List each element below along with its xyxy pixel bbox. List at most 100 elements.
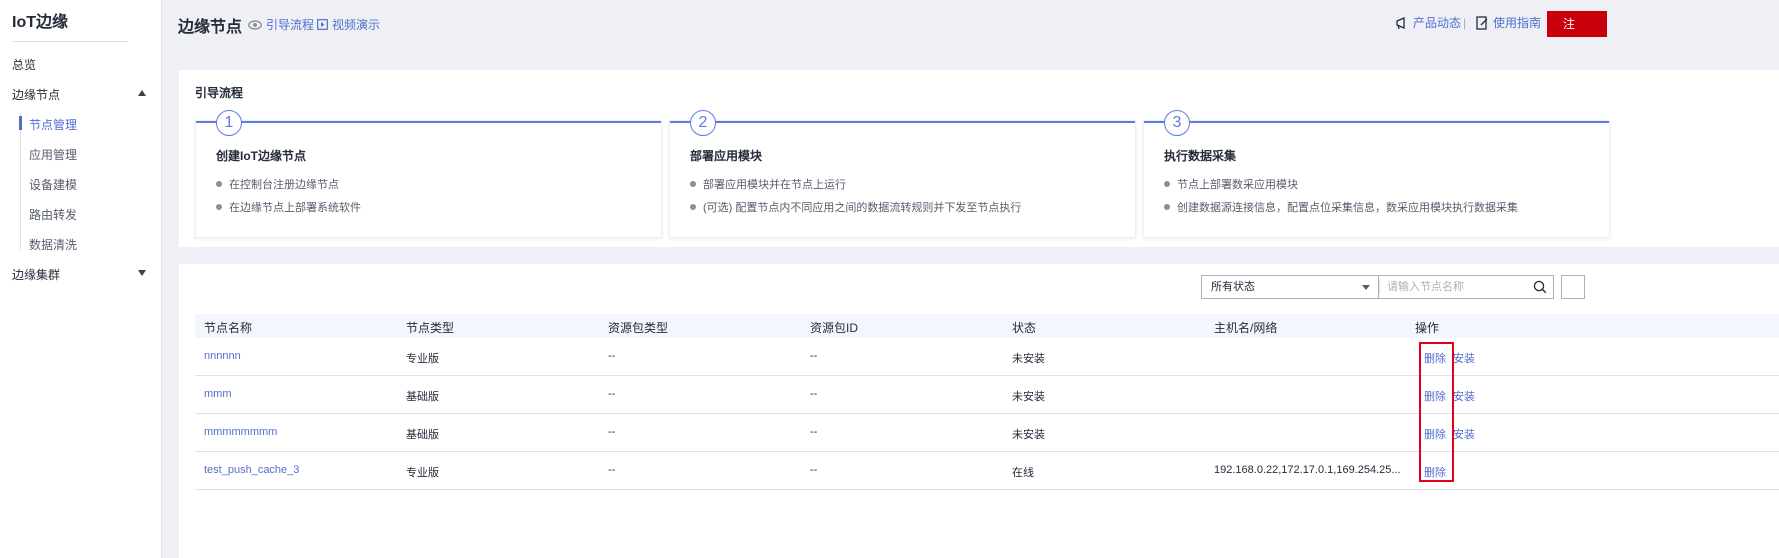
install-button[interactable]: 安装 <box>1453 350 1475 366</box>
search-divider <box>1379 280 1380 294</box>
brand-title: IoT边缘 <box>12 14 68 31</box>
search-placeholder: 请输入节点名称 <box>1387 281 1464 293</box>
step-progress-line <box>670 121 1135 123</box>
step-progress-line <box>196 121 661 123</box>
step-card-2: 2 部署应用模块 部署应用模块并在节点上运行 (可选) 配置节点内不同应用之间的… <box>669 110 1136 238</box>
chevron-up-icon[interactable] <box>138 90 146 96</box>
sidebar-item-device-modeling[interactable]: 设备建模 <box>29 176 77 193</box>
table-header: 节点名称 节点类型 资源包类型 资源包ID 状态 主机名/网络 操作 <box>195 314 1779 338</box>
step-bullet: (可选) 配置节点内不同应用之间的数据流转规则并下发至节点执行 <box>690 199 1021 215</box>
active-indicator <box>19 116 22 130</box>
step-card-3: 3 执行数据采集 节点上部署数采应用模块 创建数据源连接信息，配置点位采集信息，… <box>1143 110 1610 238</box>
bullet-dot <box>216 181 222 187</box>
bullet-dot <box>1164 181 1170 187</box>
refresh-button[interactable] <box>1561 275 1585 299</box>
package-type-cell: -- <box>608 426 616 438</box>
column-header: 资源包类型 <box>608 321 669 335</box>
package-id-cell: -- <box>810 464 818 476</box>
bullet-dot <box>690 181 696 187</box>
video-link-label: 视频演示 <box>332 18 381 32</box>
product-news-label: 产品动态 <box>1413 16 1462 30</box>
node-name-link[interactable]: mmm <box>204 388 232 400</box>
submenu-rail <box>20 113 21 251</box>
step-bullet-text: (可选) 配置节点内不同应用之间的数据流转规则并下发至节点执行 <box>703 202 1022 214</box>
step-bullet: 部署应用模块并在节点上运行 <box>690 176 846 192</box>
user-guide-label: 使用指南 <box>1493 16 1542 30</box>
step-bullet-text: 节点上部署数采应用模块 <box>1177 179 1298 191</box>
table-row: nnnnnn 专业版 -- -- 未安装 删除 安装 <box>195 338 1779 376</box>
guide-panel: 引导流程 1 创建IoT边缘节点 在控制台注册边缘节点 在边缘节点上部署系统软件… <box>179 70 1779 247</box>
status-filter-value: 所有状态 <box>1211 281 1255 293</box>
package-type-cell: -- <box>608 388 616 400</box>
sidebar-item-node-management[interactable]: 节点管理 <box>29 116 77 133</box>
step-number: 1 <box>216 110 242 136</box>
status-cell: 未安装 <box>1012 353 1045 365</box>
user-guide-link[interactable]: 使用指南 <box>1476 14 1541 31</box>
video-link[interactable]: 视频演示 <box>317 16 380 33</box>
node-type-cell: 专业版 <box>406 353 439 365</box>
node-name-link[interactable]: mmmmmmmm <box>204 426 277 438</box>
step-bullet-text: 部署应用模块并在节点上运行 <box>703 179 846 191</box>
register-node-button[interactable]: 注 <box>1547 11 1607 37</box>
package-id-cell: -- <box>810 350 818 362</box>
node-name-link[interactable]: test_push_cache_3 <box>204 464 299 476</box>
sidebar-item-app-management[interactable]: 应用管理 <box>29 146 77 163</box>
sidebar-item-data-cleaning[interactable]: 数据清洗 <box>29 236 77 253</box>
status-cell: 未安装 <box>1012 429 1045 441</box>
sidebar-item-edge-clusters[interactable]: 边缘集群 <box>12 266 60 283</box>
megaphone-icon <box>1396 16 1405 29</box>
bullet-dot <box>1164 204 1170 210</box>
step-bullet-text: 在边缘节点上部署系统软件 <box>229 202 361 214</box>
status-cell: 未安装 <box>1012 391 1045 403</box>
step-progress-line <box>1144 121 1609 123</box>
step-bullet: 创建数据源连接信息，配置点位采集信息，数采应用模块执行数据采集 <box>1164 199 1518 215</box>
guide-link-label: 引导流程 <box>266 18 315 32</box>
caret-down-icon[interactable] <box>1362 285 1370 290</box>
step-bullet-text: 在控制台注册边缘节点 <box>229 179 339 191</box>
step-number: 2 <box>690 110 716 136</box>
step-card-1: 1 创建IoT边缘节点 在控制台注册边缘节点 在边缘节点上部署系统软件 <box>195 110 662 238</box>
package-id-cell: -- <box>810 426 818 438</box>
install-button[interactable]: 安装 <box>1453 388 1475 404</box>
bullet-dot <box>216 204 222 210</box>
node-table-panel: 所有状态 请输入节点名称 节点名称 节点类型 资源包类型 资源包ID 状态 主机… <box>179 264 1779 558</box>
node-type-cell: 基础版 <box>406 429 439 441</box>
node-type-cell: 基础版 <box>406 391 439 403</box>
column-header: 状态 <box>1012 321 1037 335</box>
status-cell: 在线 <box>1012 467 1034 479</box>
sidebar: IoT边缘 总览 边缘节点 节点管理 应用管理 设备建模 路由转发 数据清洗 边… <box>0 0 162 558</box>
step-bullet: 在控制台注册边缘节点 <box>216 176 339 192</box>
page-title: 边缘节点 <box>178 19 243 36</box>
node-search-input[interactable]: 请输入节点名称 <box>1378 275 1554 299</box>
chevron-down-icon[interactable] <box>138 270 146 276</box>
step-heading: 部署应用模块 <box>690 149 763 163</box>
column-header: 主机名/网络 <box>1214 321 1278 335</box>
step-bullet: 节点上部署数采应用模块 <box>1164 176 1298 192</box>
table-row: mmmmmmmm 基础版 -- -- 未安装 删除 安装 <box>195 414 1779 452</box>
step-heading: 执行数据采集 <box>1164 149 1237 163</box>
play-icon <box>317 19 328 30</box>
brand-divider <box>12 41 128 42</box>
column-header: 节点类型 <box>406 321 455 335</box>
table-row: test_push_cache_3 专业版 -- -- 在线 192.168.0… <box>195 452 1779 490</box>
guide-link[interactable]: 引导流程 <box>248 16 314 33</box>
search-icon[interactable] <box>1533 280 1547 294</box>
column-header: 节点名称 <box>204 321 253 335</box>
step-bullet-text: 创建数据源连接信息，配置点位采集信息，数采应用模块执行数据采集 <box>1177 202 1518 214</box>
sidebar-item-overview[interactable]: 总览 <box>12 56 36 73</box>
column-header: 操作 <box>1415 321 1440 335</box>
sidebar-item-edge-nodes[interactable]: 边缘节点 <box>12 86 60 103</box>
highlight-annotation-box <box>1419 342 1454 482</box>
sidebar-item-routing[interactable]: 路由转发 <box>29 206 77 223</box>
step-bullet: 在边缘节点上部署系统软件 <box>216 199 361 215</box>
host-cell: 192.168.0.22,172.17.0.1,169.254.25... <box>1214 464 1401 476</box>
package-id-cell: -- <box>810 388 818 400</box>
install-button[interactable]: 安装 <box>1453 426 1475 442</box>
product-news-link[interactable]: 产品动态 <box>1395 14 1461 31</box>
status-filter-select[interactable]: 所有状态 <box>1201 275 1379 299</box>
eye-icon <box>248 19 262 30</box>
step-number: 3 <box>1164 110 1190 136</box>
node-name-link[interactable]: nnnnnn <box>204 350 241 362</box>
column-header: 资源包ID <box>810 321 859 335</box>
table-row: mmm 基础版 -- -- 未安装 删除 安装 <box>195 376 1779 414</box>
